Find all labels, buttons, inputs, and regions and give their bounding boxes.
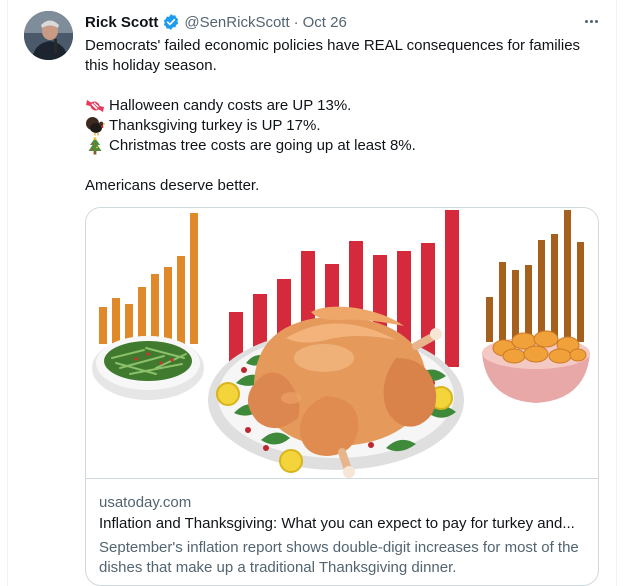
tweet-text-line: Americans deserve better.	[85, 177, 260, 194]
tweet-text-line: Democrats' failed economic policies have…	[85, 37, 581, 54]
tweet-list-item: Thanksgiving turkey is UP 17%.	[85, 116, 600, 136]
timeline-left-border	[7, 0, 8, 586]
card-title: Inflation and Thanksgiving: What you can…	[99, 515, 575, 532]
more-options-icon[interactable]	[580, 12, 602, 30]
tweet-list-item: Halloween candy costs are UP 13%.	[85, 96, 600, 116]
candy-icon	[85, 96, 105, 116]
christmas-tree-icon	[85, 136, 105, 156]
avatar[interactable]	[24, 11, 73, 60]
list-item-text: Thanksgiving turkey is UP 17%.	[109, 117, 321, 134]
tweet-text: Democrats' failed economic policies have…	[85, 36, 600, 196]
list-item-text: Christmas tree costs are going up at lea…	[109, 137, 416, 154]
tweet-text-line: this holiday season.	[85, 57, 217, 74]
timeline-right-border	[616, 0, 617, 586]
tweet-list-item: Christmas tree costs are going up at lea…	[85, 136, 600, 156]
card-image[interactable]	[86, 208, 598, 478]
card-divider	[86, 478, 598, 479]
card-description: September's inflation report shows doubl…	[99, 539, 579, 576]
author-name[interactable]: Rick Scott	[85, 14, 158, 31]
turkey-icon	[85, 116, 106, 136]
author-handle[interactable]: @SenRickScott	[184, 14, 289, 31]
verified-badge-icon	[162, 13, 180, 31]
avatar-photo	[24, 11, 73, 60]
tweet-timestamp[interactable]: Oct 26	[303, 14, 347, 31]
tweet-header: Rick Scott @SenRickScott · Oct 26	[85, 12, 347, 32]
header-separator: ·	[293, 13, 299, 31]
card-domain: usatoday.com	[99, 494, 192, 511]
link-preview-card[interactable]: usatoday.com Inflation and Thanksgiving:…	[85, 207, 599, 586]
list-item-text: Halloween candy costs are UP 13%.	[109, 97, 352, 114]
